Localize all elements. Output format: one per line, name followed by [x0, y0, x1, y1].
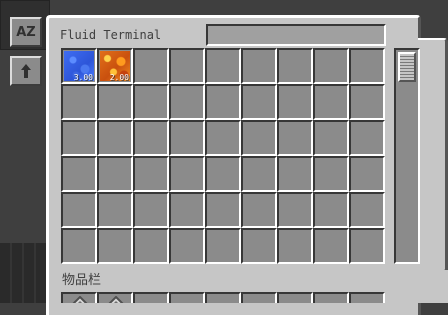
inventory-label: 物品栏: [62, 273, 102, 288]
fluid-slot-empty[interactable]: [205, 48, 241, 84]
fluid-slot-empty[interactable]: [349, 120, 385, 156]
fluid-slot-empty[interactable]: [277, 120, 313, 156]
fluid-slot-empty[interactable]: [61, 120, 97, 156]
inventory-slot[interactable]: [61, 292, 97, 303]
fluid-slot-empty[interactable]: [277, 84, 313, 120]
fluid-slot-empty[interactable]: [169, 48, 205, 84]
fluid-slot-empty[interactable]: [133, 156, 169, 192]
pattern-icon: [72, 296, 88, 303]
fluid-slot-empty[interactable]: [313, 120, 349, 156]
fluid-slot-empty[interactable]: [61, 84, 97, 120]
fluid-slot-empty[interactable]: [61, 156, 97, 192]
arrow-up-icon: [20, 63, 32, 79]
inventory-slot[interactable]: [277, 292, 313, 303]
fluid-slot-empty[interactable]: [205, 84, 241, 120]
fluid-slot-empty[interactable]: [313, 48, 349, 84]
fluid-slot-empty[interactable]: [133, 84, 169, 120]
inventory-slot[interactable]: [133, 292, 169, 303]
fluid-slot-empty[interactable]: [169, 84, 205, 120]
fluid-slot-empty[interactable]: [349, 228, 385, 264]
fluid-slot-empty[interactable]: [205, 228, 241, 264]
fluid-slot-empty[interactable]: [313, 84, 349, 120]
fluid-slot-empty[interactable]: [205, 192, 241, 228]
pattern-icon: [108, 296, 124, 303]
fluid-slot-empty[interactable]: [61, 192, 97, 228]
fluid-slot-empty[interactable]: [97, 84, 133, 120]
fluid-slot-empty[interactable]: [313, 156, 349, 192]
sort-alpha-icon: AZ: [16, 24, 36, 40]
fluid-amount: 2.00: [109, 73, 129, 82]
fluid-slot-empty[interactable]: [241, 156, 277, 192]
fluid-slot-lava[interactable]: 2.00: [97, 48, 133, 84]
fluid-slot-empty[interactable]: [277, 48, 313, 84]
fluid-slot-empty[interactable]: [97, 228, 133, 264]
fluid-slot-empty[interactable]: [241, 84, 277, 120]
fluid-slot-empty[interactable]: [169, 192, 205, 228]
panel-right-bottom: [392, 270, 448, 303]
fluid-slot-empty[interactable]: [169, 120, 205, 156]
fluid-slot-empty[interactable]: [61, 228, 97, 264]
fluid-slot-empty[interactable]: [241, 48, 277, 84]
search-input[interactable]: [206, 24, 386, 46]
fluid-slot-empty[interactable]: [97, 120, 133, 156]
fluid-slot-empty[interactable]: [349, 48, 385, 84]
fluid-slot-empty[interactable]: [169, 228, 205, 264]
fluid-amount: 3.00: [73, 73, 93, 82]
fluid-slot-empty[interactable]: [349, 192, 385, 228]
fluid-grid: 3.00 2.00: [61, 48, 388, 264]
inventory-slot[interactable]: [205, 292, 241, 303]
window-title: Fluid Terminal: [60, 28, 162, 42]
fluid-slot-empty[interactable]: [313, 228, 349, 264]
scrollbar-thumb[interactable]: [398, 52, 416, 82]
fluid-slot-empty[interactable]: [313, 192, 349, 228]
fluid-slot-empty[interactable]: [277, 228, 313, 264]
fluid-slot-empty[interactable]: [205, 120, 241, 156]
inventory-slot[interactable]: [97, 292, 133, 303]
inventory-slot[interactable]: [241, 292, 277, 303]
fluid-slot-empty[interactable]: [241, 120, 277, 156]
fluid-slot-empty[interactable]: [349, 156, 385, 192]
fluid-slot-empty[interactable]: [133, 228, 169, 264]
fluid-slot-water[interactable]: 3.00: [61, 48, 97, 84]
inventory-slot[interactable]: [313, 292, 349, 303]
fluid-slot-empty[interactable]: [133, 192, 169, 228]
fluid-slot-empty[interactable]: [241, 192, 277, 228]
fluid-slot-empty[interactable]: [97, 156, 133, 192]
fluid-slot-empty[interactable]: [133, 120, 169, 156]
inventory-slot[interactable]: [169, 292, 205, 303]
fluid-slot-empty[interactable]: [277, 192, 313, 228]
sort-order-button[interactable]: AZ: [10, 17, 42, 47]
fluid-slot-empty[interactable]: [241, 228, 277, 264]
fluid-slot-empty[interactable]: [277, 156, 313, 192]
fluid-slot-empty[interactable]: [97, 192, 133, 228]
inventory-slot[interactable]: [349, 292, 385, 303]
fluid-slot-empty[interactable]: [349, 84, 385, 120]
fluid-slot-empty[interactable]: [133, 48, 169, 84]
fluid-slot-empty[interactable]: [169, 156, 205, 192]
sort-direction-button[interactable]: [10, 56, 42, 86]
fluid-slot-empty[interactable]: [205, 156, 241, 192]
inventory-row: [61, 292, 385, 303]
panel-right-extension: [418, 38, 448, 273]
background-floor: [0, 243, 48, 303]
scrollbar-track[interactable]: [394, 48, 420, 264]
